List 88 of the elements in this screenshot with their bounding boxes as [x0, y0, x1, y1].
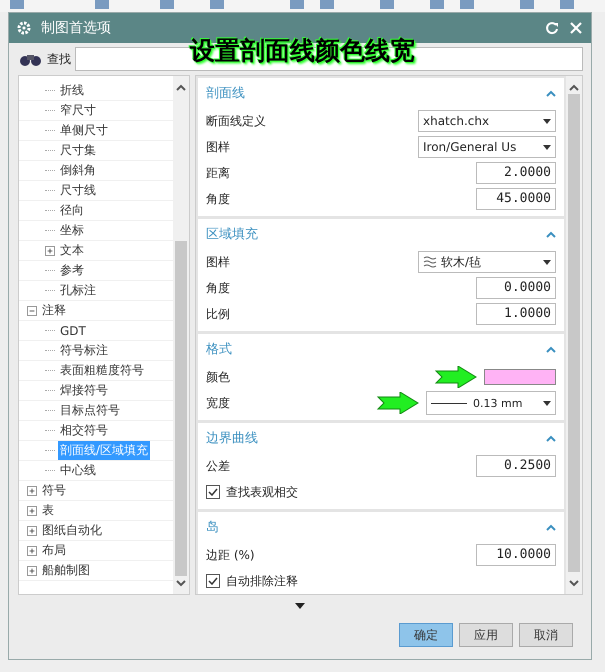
dropdown[interactable]: xhatch.chx — [418, 110, 556, 132]
field-label: 角度 — [206, 280, 231, 296]
tree-item[interactable]: 表面粗糙度符号 — [58, 361, 146, 380]
scrollbar[interactable] — [566, 76, 582, 594]
tree-item[interactable]: 径向 — [58, 201, 86, 220]
number-field[interactable]: 0.2500 — [476, 455, 556, 477]
field-label: 比例 — [206, 306, 231, 322]
field-label: 宽度 — [206, 394, 231, 412]
field-label: 图样 — [206, 138, 231, 156]
number-field[interactable]: 45.0000 — [476, 188, 556, 210]
dropdown-arrow-icon — [543, 260, 551, 264]
number-field[interactable]: 0.0000 — [476, 277, 556, 299]
field-label: 角度 — [206, 190, 231, 208]
tree-item[interactable]: 倒斜角 — [58, 161, 98, 180]
dropdown-arrow-icon — [543, 144, 551, 150]
checkbox[interactable] — [206, 485, 220, 499]
tree-item[interactable]: 图纸自动化 — [40, 521, 104, 540]
dropdown-arrow-icon — [543, 400, 551, 406]
tree-item[interactable]: 参考 — [58, 261, 86, 280]
number-field[interactable]: 2.0000 — [476, 162, 556, 184]
collapse-icon[interactable] — [546, 346, 556, 352]
checkbox[interactable] — [206, 574, 220, 588]
plus-icon[interactable] — [27, 566, 37, 576]
dialog-button[interactable]: 确定 — [399, 623, 453, 647]
collapse-icon[interactable] — [546, 90, 556, 96]
plus-icon[interactable] — [27, 506, 37, 516]
video-caption: 设置剖面线颜色线宽 — [190, 35, 415, 67]
tree-item[interactable]: 注释 — [40, 301, 68, 320]
collapse-icon[interactable] — [546, 524, 556, 530]
tree-item[interactable]: 中心线 — [58, 461, 98, 480]
tree-item[interactable]: 尺寸线 — [58, 181, 98, 200]
tree-item[interactable]: 表 — [40, 501, 56, 520]
scrollbar[interactable] — [173, 76, 189, 594]
dropdown-arrow-icon — [543, 118, 551, 124]
section-title: 区域填充 — [206, 226, 258, 243]
dropdown[interactable]: Iron/General Us — [418, 136, 556, 158]
field-label: 颜色 — [206, 368, 231, 386]
tree-item[interactable]: 坐标 — [58, 221, 86, 240]
plus-icon[interactable] — [27, 526, 37, 536]
tree-item[interactable]: 焊接符号 — [58, 381, 110, 400]
tree-item[interactable]: 船舶制图 — [40, 561, 92, 580]
scroll-down-icon[interactable] — [569, 580, 579, 587]
hatch-pattern-icon — [423, 255, 437, 269]
tree-item[interactable]: 符号 — [40, 481, 68, 500]
tree-item[interactable]: 尺寸集 — [58, 141, 98, 160]
dialog-button[interactable]: 应用 — [459, 623, 513, 647]
collapse-icon[interactable] — [546, 230, 556, 238]
field-label: 距离 — [206, 164, 231, 182]
scroll-up-icon[interactable] — [176, 84, 186, 91]
collapse-icon[interactable] — [546, 434, 556, 442]
plus-icon[interactable] — [27, 486, 37, 496]
section-title: 边界曲线 — [206, 430, 258, 447]
plus-icon[interactable] — [27, 546, 37, 556]
line-width-dropdown[interactable]: 0.13 mm — [426, 391, 556, 415]
tree-item[interactable]: 文本 — [58, 241, 86, 260]
tree-item[interactable]: GDT — [58, 322, 88, 338]
dialog-button[interactable]: 取消 — [519, 623, 573, 647]
number-field[interactable]: 10.0000 — [476, 544, 556, 566]
tree-item[interactable]: 单侧尺寸 — [58, 121, 110, 140]
color-swatch[interactable] — [484, 369, 556, 385]
expand-icon[interactable] — [295, 603, 305, 609]
reset-icon[interactable] — [545, 21, 559, 35]
search-label: 查找 — [47, 50, 71, 68]
close-icon[interactable] — [569, 21, 583, 35]
field-label: 公差 — [206, 458, 231, 474]
minus-icon[interactable] — [27, 306, 37, 316]
scroll-up-icon[interactable] — [569, 84, 579, 91]
tree-item[interactable]: 符号标注 — [58, 341, 110, 360]
tree-item[interactable]: 折线 — [58, 81, 86, 100]
field-label: 断面线定义 — [206, 112, 267, 130]
section-title: 剖面线 — [206, 85, 245, 102]
section-title: 格式 — [206, 341, 232, 358]
dropdown[interactable]: 软木/毡 — [418, 251, 556, 273]
tree-item[interactable]: 窄尺寸 — [58, 101, 98, 120]
tree-item[interactable]: 目标点符号 — [58, 401, 122, 420]
field-label: 边距 (%) — [206, 546, 256, 564]
section-title: 岛 — [206, 519, 219, 536]
number-field[interactable]: 1.0000 — [476, 303, 556, 325]
tree-item[interactable]: 相交符号 — [58, 421, 110, 440]
checkbox-label: 查找表观相交 — [226, 484, 299, 500]
gear-icon — [17, 21, 31, 35]
scroll-down-icon[interactable] — [176, 580, 186, 587]
tree-item[interactable]: 布局 — [40, 541, 68, 560]
plus-icon[interactable] — [45, 246, 55, 256]
field-label: 图样 — [206, 254, 231, 270]
tree-item[interactable]: 孔标注 — [58, 281, 98, 300]
window-title: 制图首选项 — [41, 19, 112, 37]
checkbox-label: 自动排除注释 — [226, 572, 299, 590]
